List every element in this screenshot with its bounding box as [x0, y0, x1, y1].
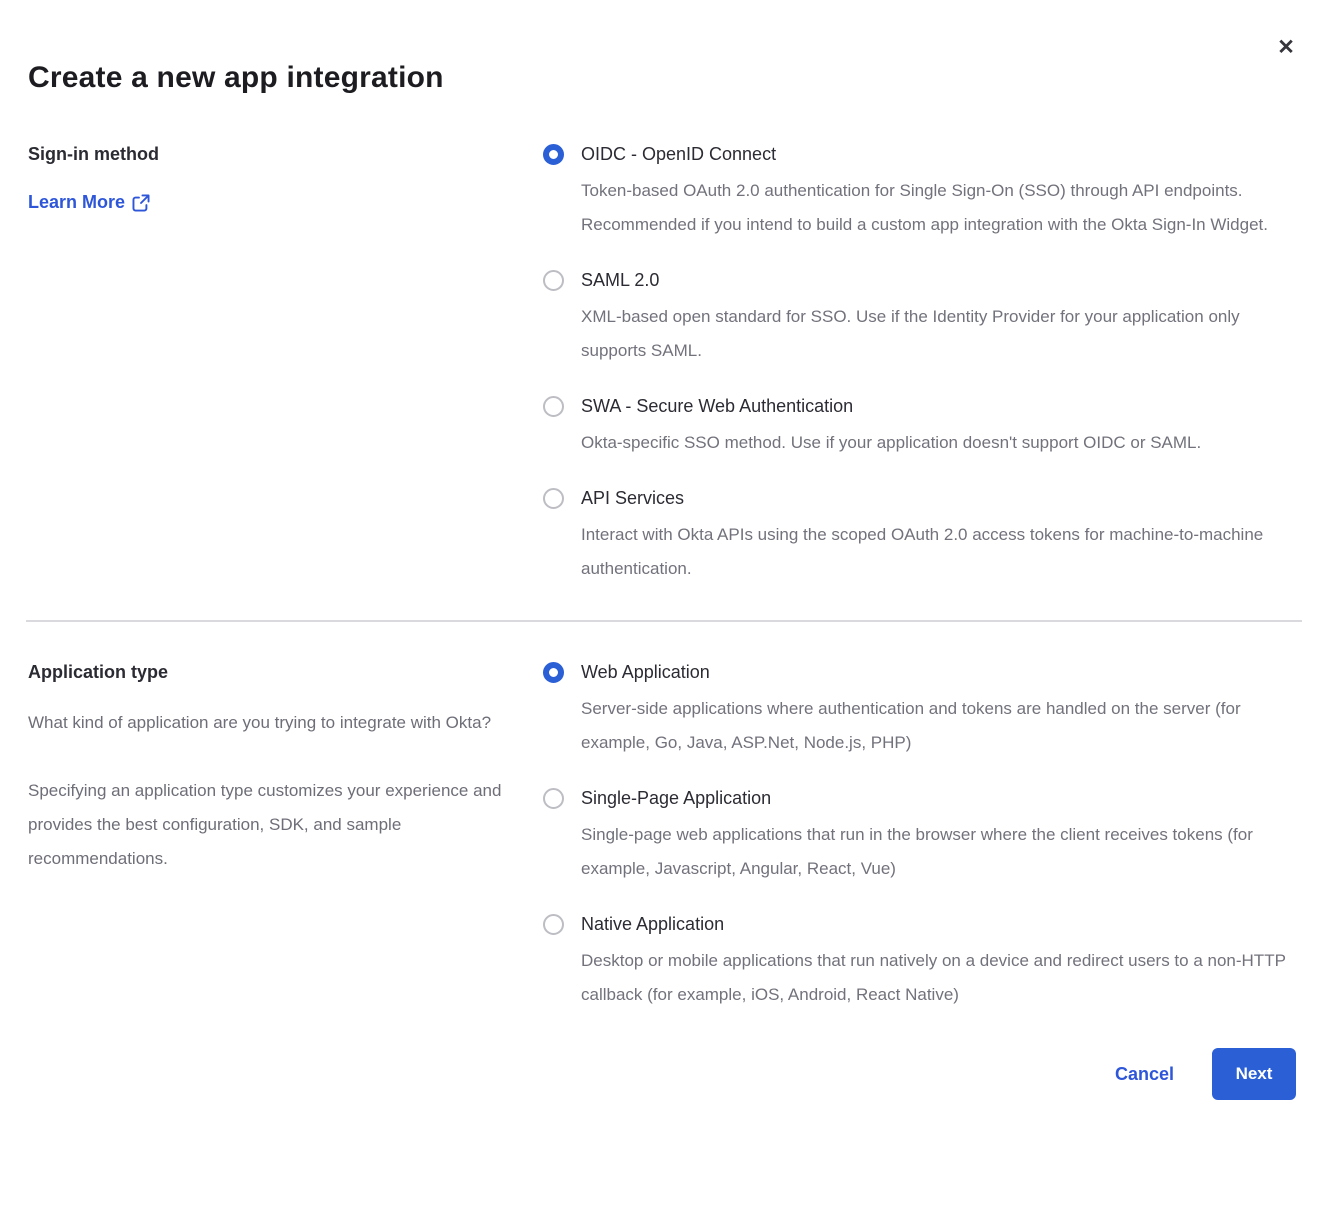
option-label: Single-Page Application: [581, 786, 1290, 810]
signin-option-api-services[interactable]: API Services Interact with Okta APIs usi…: [543, 486, 1290, 586]
signin-option-saml[interactable]: SAML 2.0 XML-based open standard for SSO…: [543, 268, 1290, 368]
signin-method-options: OIDC - OpenID Connect Token-based OAuth …: [543, 142, 1332, 586]
option-description: Desktop or mobile applications that run …: [581, 944, 1290, 1012]
application-type-left-column: Application type What kind of applicatio…: [0, 660, 543, 876]
apptype-option-native[interactable]: Native Application Desktop or mobile app…: [543, 912, 1290, 1012]
close-icon[interactable]: ✕: [1272, 34, 1300, 62]
radio-selected-icon[interactable]: [543, 144, 564, 165]
radio-unselected-icon[interactable]: [543, 788, 564, 809]
option-label: SWA - Secure Web Authentication: [581, 394, 1290, 418]
application-type-options: Web Application Server-side applications…: [543, 660, 1332, 1012]
signin-option-oidc[interactable]: OIDC - OpenID Connect Token-based OAuth …: [543, 142, 1290, 242]
signin-option-swa[interactable]: SWA - Secure Web Authentication Okta-spe…: [543, 394, 1290, 460]
application-type-section: Application type What kind of applicatio…: [0, 660, 1332, 1012]
create-app-integration-dialog: ✕ Create a new app integration Sign-in m…: [0, 0, 1332, 1210]
radio-unselected-icon[interactable]: [543, 488, 564, 509]
option-label: Web Application: [581, 660, 1290, 684]
signin-method-left-column: Sign-in method Learn More: [0, 142, 543, 213]
option-description: Single-page web applications that run in…: [581, 818, 1290, 886]
apptype-option-spa[interactable]: Single-Page Application Single-page web …: [543, 786, 1290, 886]
external-link-icon: [132, 194, 150, 212]
option-label: SAML 2.0: [581, 268, 1290, 292]
option-description: XML-based open standard for SSO. Use if …: [581, 300, 1290, 368]
page-title: Create a new app integration: [0, 58, 1332, 98]
radio-selected-icon[interactable]: [543, 662, 564, 683]
cancel-button[interactable]: Cancel: [1115, 1064, 1174, 1085]
signin-method-label: Sign-in method: [28, 142, 503, 166]
application-type-label: Application type: [28, 660, 503, 684]
next-button[interactable]: Next: [1212, 1048, 1296, 1100]
application-type-help-text: Specifying an application type customize…: [28, 774, 503, 876]
radio-unselected-icon[interactable]: [543, 914, 564, 935]
apptype-option-web[interactable]: Web Application Server-side applications…: [543, 660, 1290, 760]
dialog-footer: Cancel Next: [0, 1048, 1332, 1100]
option-label: API Services: [581, 486, 1290, 510]
application-type-question: What kind of application are you trying …: [28, 706, 503, 740]
section-divider: [26, 620, 1302, 622]
radio-unselected-icon[interactable]: [543, 270, 564, 291]
option-label: OIDC - OpenID Connect: [581, 142, 1290, 166]
option-label: Native Application: [581, 912, 1290, 936]
learn-more-link[interactable]: Learn More: [28, 192, 150, 213]
learn-more-label: Learn More: [28, 192, 125, 213]
option-description: Okta-specific SSO method. Use if your ap…: [581, 426, 1290, 460]
option-description: Token-based OAuth 2.0 authentication for…: [581, 174, 1290, 242]
signin-method-section: Sign-in method Learn More OIDC - OpenID …: [0, 142, 1332, 586]
radio-unselected-icon[interactable]: [543, 396, 564, 417]
option-description: Interact with Okta APIs using the scoped…: [581, 518, 1290, 586]
option-description: Server-side applications where authentic…: [581, 692, 1290, 760]
